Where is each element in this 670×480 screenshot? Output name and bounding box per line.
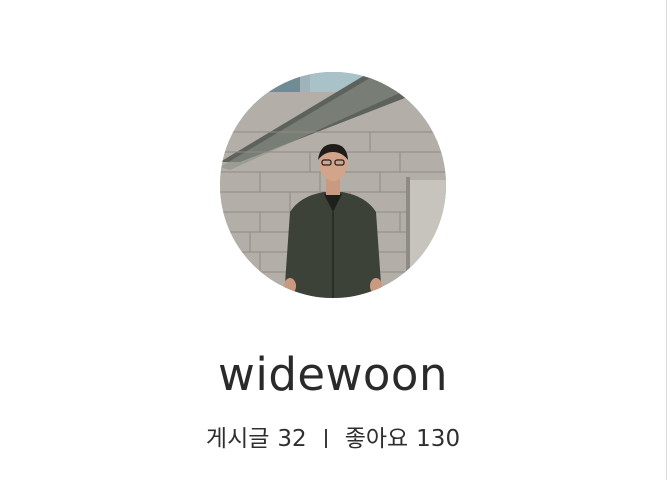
likes-count: 130 (416, 425, 461, 452)
posts-count: 32 (277, 425, 307, 452)
avatar[interactable] (220, 72, 446, 298)
page-edge-divider (666, 0, 667, 480)
likes-label: 좋아요 (344, 425, 409, 452)
username: widewoon (218, 348, 448, 401)
profile-stats: 게시글 32 좋아요 130 (0, 423, 666, 454)
posts-label: 게시글 (205, 425, 270, 452)
avatar-photo (220, 72, 446, 298)
profile-page: widewoon 게시글 32 좋아요 130 (0, 0, 670, 480)
stats-divider (324, 429, 327, 448)
